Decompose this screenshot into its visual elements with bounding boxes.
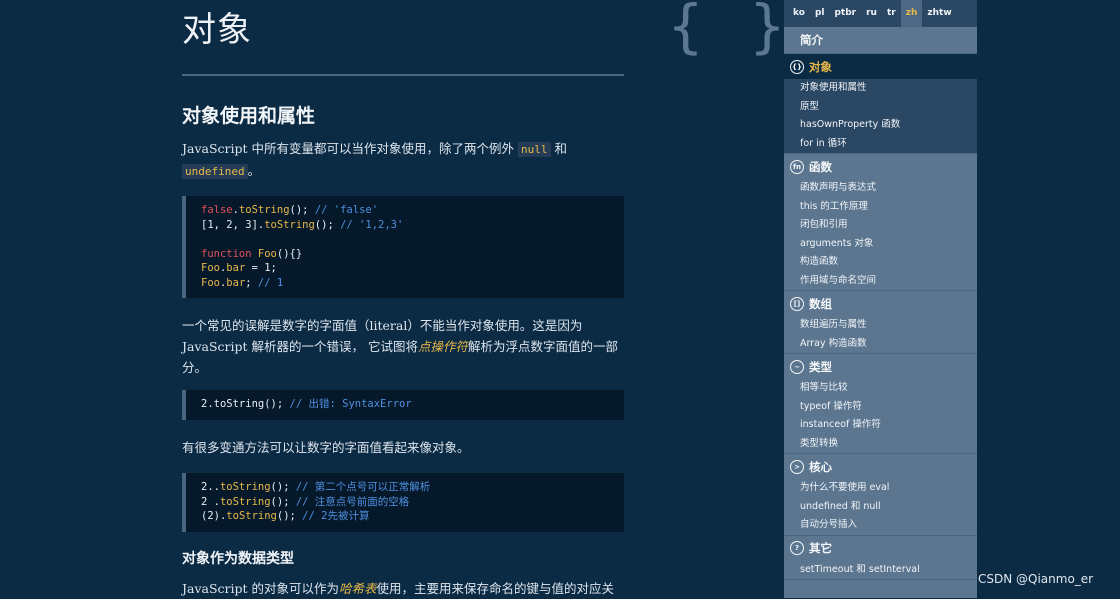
emphasis-hashtable: 哈希表 bbox=[339, 581, 377, 596]
sidebar-link[interactable]: 作用域与命名空间 bbox=[784, 272, 977, 291]
sidebar-section-function: fn 函数 函数声明与表达式 this 的工作原理 闭包和引用 arguments… bbox=[784, 154, 977, 291]
lang-ko[interactable]: ko bbox=[788, 0, 810, 27]
sidebar-link[interactable]: 自动分号插入 bbox=[784, 516, 977, 535]
sidebar-link[interactable]: 数组遍历与属性 bbox=[784, 316, 977, 335]
emphasis-dot-operator: 点操作符 bbox=[418, 339, 469, 354]
sidebar-link[interactable]: typeof 操作符 bbox=[784, 398, 977, 417]
sidebar-link[interactable]: setTimeout 和 setInterval bbox=[784, 561, 977, 580]
code-block-syntax-error: 2.toString(); // 出错: SyntaxError bbox=[182, 390, 624, 420]
question-icon: ? bbox=[790, 541, 804, 555]
section-title: 核心 bbox=[809, 459, 832, 474]
subsection-heading: 对象作为数据类型 bbox=[182, 551, 294, 567]
sidebar-section-header[interactable]: fn 函数 bbox=[784, 154, 977, 179]
sidebar-link[interactable]: hasOwnProperty 函数 bbox=[784, 116, 977, 135]
section-title: 其它 bbox=[809, 541, 832, 555]
title-divider bbox=[182, 74, 624, 76]
paragraph-hashtable: JavaScript 的对象可以作为哈希表使用，主要用来保存命名的键与值的对应关 bbox=[182, 581, 615, 596]
sidebar-section-other: ? 其它 setTimeout 和 setInterval bbox=[784, 536, 977, 580]
types-icon: ~ bbox=[790, 359, 804, 374]
code-line: (2).toString(); // 2先被计算 bbox=[201, 510, 370, 522]
core-icon: > bbox=[790, 459, 804, 474]
sidebar-link[interactable]: 对象使用和属性 bbox=[784, 79, 977, 98]
sidebar-link[interactable]: arguments 对象 bbox=[784, 235, 977, 254]
lang-tr[interactable]: tr bbox=[882, 0, 901, 27]
sidebar-section-types: ~ 类型 相等与比较 typeof 操作符 instanceof 操作符 类型转换 bbox=[784, 354, 977, 454]
section-title: 数组 bbox=[809, 296, 832, 311]
section-title: 函数 bbox=[809, 159, 832, 174]
sidebar-item-intro[interactable]: 简介 bbox=[784, 27, 977, 54]
sidebar-section-header[interactable]: > 核心 bbox=[784, 454, 977, 479]
sidebar-section-header[interactable]: {} 对象 bbox=[784, 54, 977, 79]
code-block-tostring: false.toString(); // 'false' [1, 2, 3].t… bbox=[182, 196, 624, 298]
sidebar-section-core: > 核心 为什么不要使用 eval undefined 和 null 自动分号插入 bbox=[784, 454, 977, 536]
language-bar: ko pl ptbr ru tr zh zhtw bbox=[784, 0, 977, 27]
section-title: 类型 bbox=[809, 359, 832, 374]
page-title: 对象 bbox=[182, 10, 252, 50]
braces-icon: {} bbox=[790, 59, 804, 74]
paragraph-misconception: 一个常见的误解是数字的字面值（literal）不能当作对象使用。这是因为 Jav… bbox=[182, 318, 619, 375]
code-line: 2 .toString(); // 注意点号前面的空格 bbox=[201, 495, 410, 508]
watermark: CSDN @Qianmo_er bbox=[978, 572, 1094, 586]
sidebar-section-object: {} 对象 对象使用和属性 原型 hasOwnProperty 函数 for in… bbox=[784, 54, 977, 154]
sidebar-link[interactable]: 为什么不要使用 eval bbox=[784, 479, 977, 498]
sidebar-link[interactable]: 闭包和引用 bbox=[784, 216, 977, 235]
section-heading: 对象使用和属性 bbox=[182, 105, 316, 127]
code-line: [1, 2, 3].toString(); // '1,2,3' bbox=[201, 218, 404, 231]
function-icon: fn bbox=[790, 159, 804, 174]
sidebar-link[interactable]: 函数声明与表达式 bbox=[784, 179, 977, 198]
lang-ru[interactable]: ru bbox=[861, 0, 882, 27]
lang-ptbr[interactable]: ptbr bbox=[829, 0, 861, 27]
code-line: false.toString(); // 'false' bbox=[201, 204, 379, 216]
lang-pl[interactable]: pl bbox=[810, 0, 830, 27]
paragraph-text: JavaScript 中所有变量都可以当作对象使用，除了两个例外 bbox=[182, 141, 518, 156]
sidebar-link[interactable]: undefined 和 null bbox=[784, 498, 977, 517]
section-title: 对象 bbox=[809, 59, 832, 74]
lang-zh[interactable]: zh bbox=[900, 0, 923, 27]
sidebar-link[interactable]: 相等与比较 bbox=[784, 379, 977, 398]
array-icon: [] bbox=[790, 296, 804, 311]
code-line: 2..toString(); // 第二个点号可以正常解析 bbox=[201, 481, 431, 493]
sidebar-link[interactable]: 原型 bbox=[784, 98, 977, 117]
paragraph-text: 和 bbox=[550, 141, 567, 156]
sidebar-section-header[interactable]: ~ 类型 bbox=[784, 354, 977, 379]
inline-code-undefined: undefined bbox=[182, 164, 248, 179]
paragraph-exceptions: JavaScript 中所有变量都可以当作对象使用，除了两个例外 null 和 u… bbox=[182, 138, 624, 182]
sidebar-section-header[interactable]: [] 数组 bbox=[784, 291, 977, 316]
code-line: function Foo(){} bbox=[201, 247, 303, 260]
paragraph-workarounds: 有很多变通方法可以让数字的字面值看起来像对象。 bbox=[182, 440, 470, 455]
sidebar-link[interactable]: for in 循环 bbox=[784, 135, 977, 154]
inline-code-null: null bbox=[518, 142, 551, 157]
sidebar-section-array: [] 数组 数组遍历与属性 Array 构造函数 bbox=[784, 291, 977, 354]
paragraph-text: 。 bbox=[247, 163, 261, 178]
code-line: 2.toString(); // 出错: SyntaxError bbox=[201, 398, 412, 410]
lang-zhtw[interactable]: zhtw bbox=[922, 0, 956, 27]
sidebar-link[interactable]: Array 构造函数 bbox=[784, 335, 977, 354]
code-line: Foo.bar = 1; bbox=[201, 262, 277, 274]
sidebar-link[interactable]: 构造函数 bbox=[784, 253, 977, 272]
code-line: Foo.bar; // 1 bbox=[201, 276, 284, 289]
sidebar-link[interactable]: this 的工作原理 bbox=[784, 198, 977, 217]
code-block-workarounds: 2..toString(); // 第二个点号可以正常解析 2 .toStrin… bbox=[182, 473, 624, 532]
braces-logo-icon: { } bbox=[668, 0, 791, 60]
sidebar-link[interactable]: instanceof 操作符 bbox=[784, 416, 977, 435]
sidebar-nav: ko pl ptbr ru tr zh zhtw 简介 {} 对象 对象使用和属性… bbox=[784, 0, 977, 598]
sidebar-link[interactable]: 类型转换 bbox=[784, 435, 977, 454]
sidebar-section-header[interactable]: ? 其它 bbox=[784, 536, 977, 561]
